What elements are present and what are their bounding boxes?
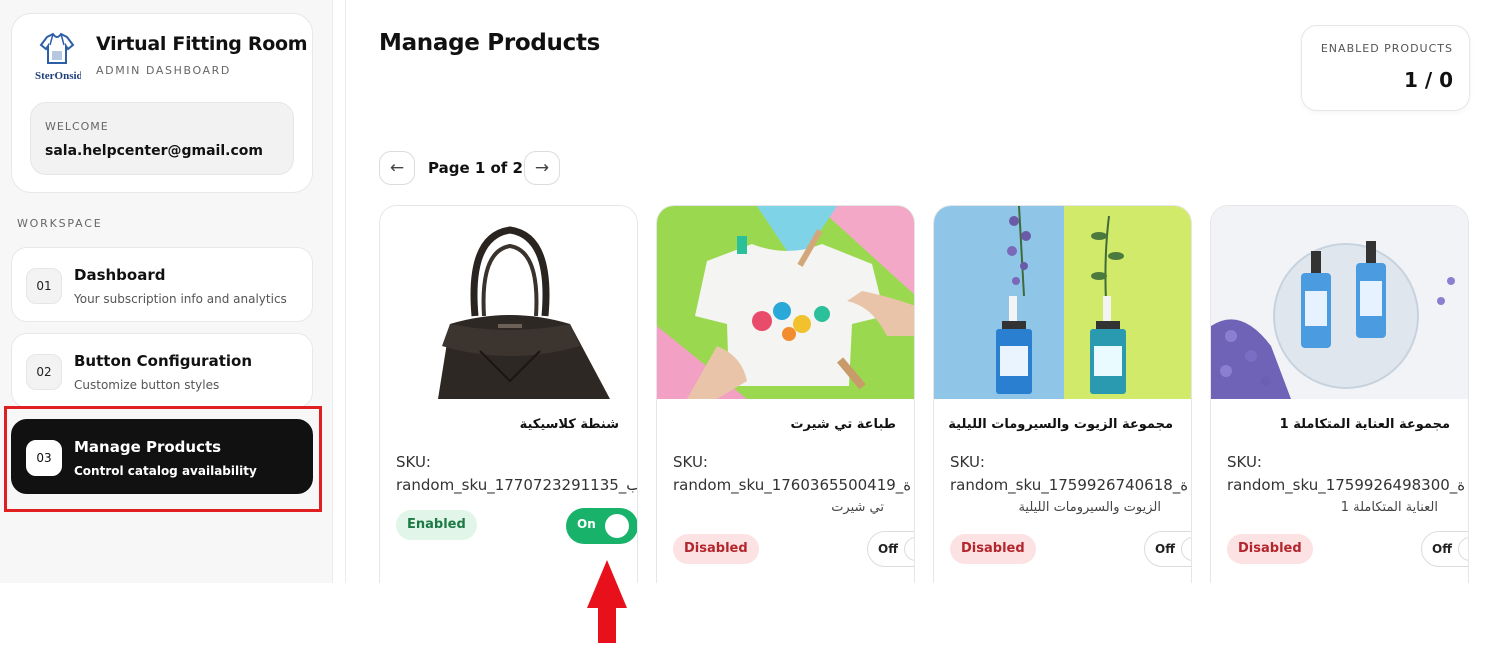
page-title: Manage Products (379, 30, 601, 56)
app-subtitle: ADMIN DASHBOARD (96, 64, 231, 77)
sku-label: SKU: (950, 453, 985, 471)
toggle-knob (904, 537, 914, 561)
annotation-arrow-icon (587, 560, 627, 643)
product-card: شنطة كلاسيكية SKU: random_sku_1770723291… (379, 205, 638, 583)
availability-toggle[interactable]: Off (1144, 531, 1191, 567)
nav-number: 02 (26, 354, 62, 390)
logo: SterOnside (33, 31, 88, 85)
nav-item-button-configuration[interactable]: 02 Button Configuration Customize button… (11, 333, 313, 408)
product-image (934, 206, 1191, 399)
toggle-knob (1458, 537, 1468, 561)
sku-subtext: العناية المتكاملة 1 (1340, 500, 1438, 515)
nav-subtitle: Customize button styles (74, 378, 220, 392)
product-image (657, 206, 914, 399)
sku-label: SKU: (1227, 453, 1262, 471)
toggle-label: Off (1155, 542, 1175, 556)
product-card: مجموعة العناية المتكاملة 1 SKU: random_s… (1210, 205, 1469, 583)
status-badge: Enabled (396, 510, 477, 540)
app-title: Virtual Fitting Room (96, 33, 308, 55)
next-page-button[interactable]: → (524, 151, 560, 185)
svg-text:SterOnside: SterOnside (35, 70, 81, 82)
welcome-email: sala.helpcenter@gmail.com (45, 143, 263, 159)
toggle-label: Off (878, 542, 898, 556)
sku-value: random_sku_1759926740618_ة (950, 476, 1189, 494)
product-card: مجموعة الزيوت والسيرومات الليلية SKU: ra… (933, 205, 1192, 583)
status-badge: Disabled (950, 534, 1036, 564)
status-badge: Disabled (673, 534, 759, 564)
status-badge: Disabled (1227, 534, 1313, 564)
toggle-knob (1181, 537, 1191, 561)
workspace-label: WORKSPACE (17, 217, 103, 230)
sku-subtext: تي شيرت (831, 500, 884, 515)
toggle-label: Off (1432, 542, 1452, 556)
welcome-box: WELCOME sala.helpcenter@gmail.com (30, 102, 294, 175)
pager-text: Page 1 of 2 (428, 159, 523, 177)
product-image (380, 206, 637, 399)
product-name: مجموعة الزيوت والسيرومات الليلية (948, 417, 1173, 432)
nav-title: Button Configuration (74, 352, 253, 370)
availability-toggle[interactable]: On (566, 508, 637, 544)
nav-title: Dashboard (74, 266, 166, 284)
prev-page-button[interactable]: ← (379, 151, 415, 185)
annotation-highlight-box (4, 406, 322, 512)
availability-toggle[interactable]: Off (867, 531, 914, 567)
sku-value: random_sku_1770723291135_ب (396, 476, 637, 494)
main-content: Manage Products ENABLED PRODUCTS 1 / 0 ←… (345, 0, 1492, 583)
enabled-products-stat: ENABLED PRODUCTS 1 / 0 (1301, 25, 1470, 111)
brand-card: SterOnside Virtual Fitting Room ADMIN DA… (11, 13, 313, 193)
nav-number: 01 (26, 268, 62, 304)
product-name: طباعة تي شيرت (790, 417, 896, 432)
nav-subtitle: Your subscription info and analytics (74, 292, 287, 306)
nav-item-dashboard[interactable]: 01 Dashboard Your subscription info and … (11, 247, 313, 322)
stat-value: 1 / 0 (1403, 68, 1453, 92)
availability-toggle[interactable]: Off (1421, 531, 1468, 567)
toggle-label: On (577, 517, 596, 531)
product-image (1211, 206, 1468, 399)
product-card: طباعة تي شيرت SKU: random_sku_1760365500… (656, 205, 915, 583)
stat-label: ENABLED PRODUCTS (1320, 42, 1453, 55)
toggle-knob (605, 514, 629, 538)
sku-subtext: الزيوت والسيرومات الليلية (1018, 500, 1161, 515)
product-name: شنطة كلاسيكية (519, 417, 619, 432)
sku-label: SKU: (396, 453, 431, 471)
sku-value: random_sku_1759926498300_ة (1227, 476, 1466, 494)
product-name: مجموعة العناية المتكاملة 1 (1279, 417, 1450, 432)
sku-value: random_sku_1760365500419_ة (673, 476, 912, 494)
sku-label: SKU: (673, 453, 708, 471)
welcome-label: WELCOME (45, 120, 109, 133)
